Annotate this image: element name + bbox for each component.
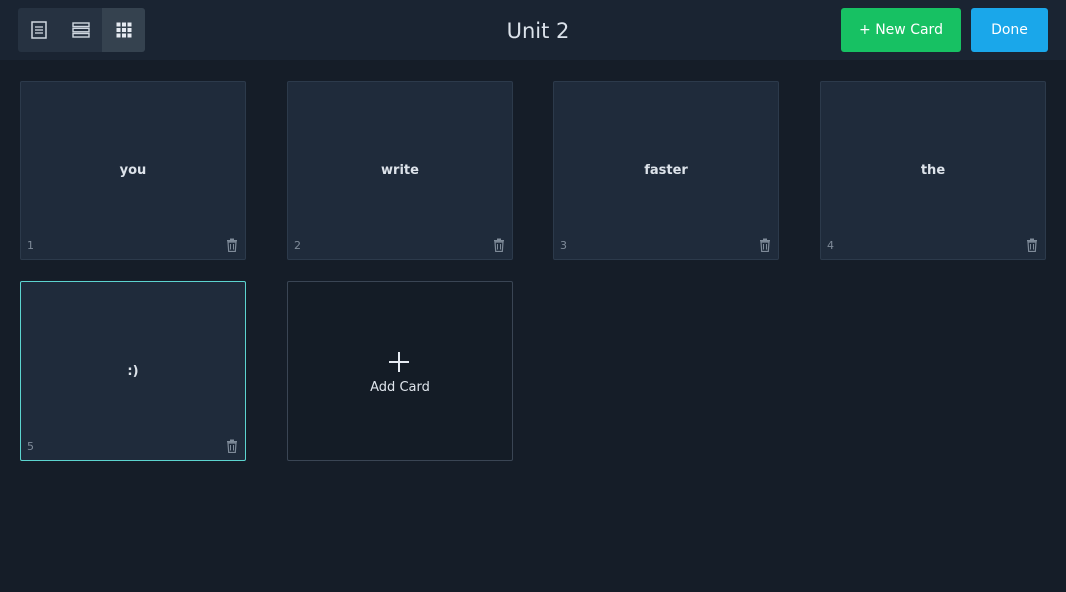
top-bar: Unit 2 + New Card Done [0, 0, 1066, 60]
trash-icon[interactable] [1025, 238, 1039, 252]
trash-icon[interactable] [225, 439, 239, 453]
card-text: you [119, 163, 147, 178]
grid-view-button[interactable] [102, 8, 145, 52]
card-1[interactable]: you 1 [20, 81, 246, 260]
card-number: 3 [560, 239, 567, 252]
add-card-label: Add Card [370, 380, 430, 395]
card-text: :) [127, 363, 139, 379]
card-3[interactable]: faster 3 [553, 81, 779, 260]
view-mode-toggle [18, 8, 145, 52]
trash-icon[interactable] [758, 238, 772, 252]
card-number: 4 [827, 239, 834, 252]
card-2[interactable]: write 2 [287, 81, 513, 260]
card-number: 1 [27, 239, 34, 252]
document-view-button[interactable] [18, 8, 60, 52]
card-4[interactable]: the 4 [820, 81, 1046, 260]
card-number: 2 [294, 239, 301, 252]
done-button[interactable]: Done [971, 8, 1048, 52]
card-text: write [381, 163, 419, 178]
add-card-button[interactable]: Add Card [287, 281, 513, 461]
plus-icon [389, 352, 409, 372]
new-card-button[interactable]: + New Card [841, 8, 961, 52]
card-text: the [920, 163, 946, 178]
grid-view-icon [116, 22, 131, 38]
card-text: faster [644, 163, 688, 178]
trash-icon[interactable] [492, 238, 506, 252]
card-number: 5 [27, 440, 34, 453]
card-5[interactable]: :) 5 [20, 281, 246, 461]
list-view-button[interactable] [60, 8, 102, 52]
list-view-icon [72, 22, 90, 38]
document-view-icon [31, 21, 47, 39]
trash-icon[interactable] [225, 238, 239, 252]
